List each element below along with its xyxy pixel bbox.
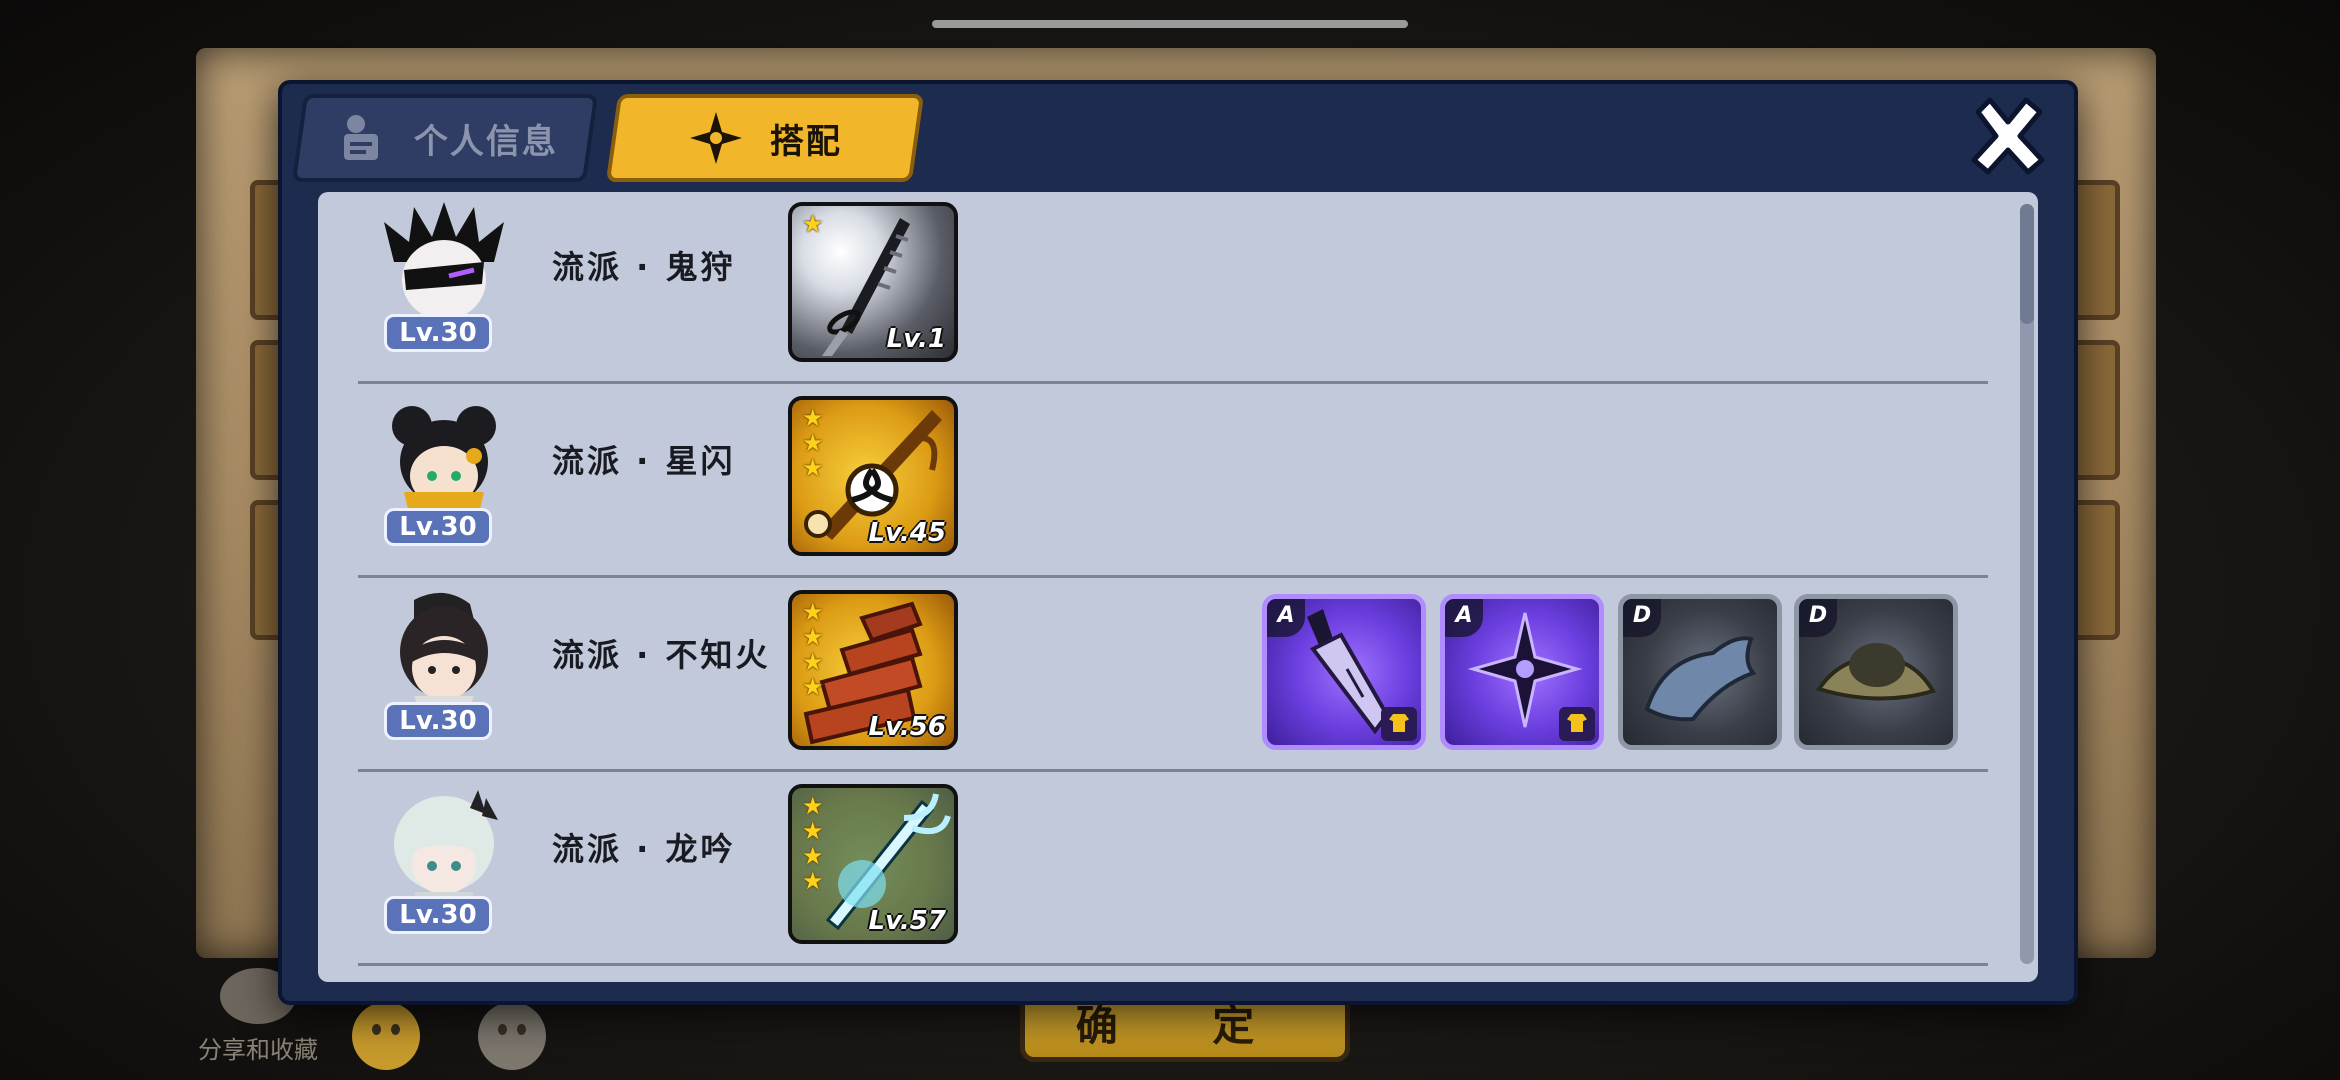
star-icon: ★ — [802, 454, 824, 482]
armor-bonus-icon — [1381, 707, 1417, 741]
star-rating: ★ ★ ★ ★ — [802, 600, 824, 700]
home-indicator — [932, 20, 1408, 28]
close-icon — [1971, 97, 2045, 175]
star-icon: ★ — [802, 817, 824, 845]
weapon-level: Lv.1 — [886, 324, 946, 354]
scrollbar[interactable] — [2020, 204, 2034, 964]
star-icon: ★ — [802, 429, 824, 457]
star-rating: ★ ★ ★ — [802, 406, 824, 481]
star-icon: ★ — [802, 210, 824, 238]
weapon-slot[interactable]: ★ ★ ★ ★ Lv.56 — [788, 590, 958, 750]
row-divider — [358, 769, 1988, 772]
loadout-row: Lv.30 流派 · 鬼狩 ★ Lv.1 — [318, 192, 1988, 384]
school-name: 流派 · 星闪 — [552, 442, 736, 480]
shuriken-icon — [690, 112, 742, 164]
school-name: 流派 · 不知火 — [552, 636, 771, 674]
loadout-row: Lv.30 流派 · 龙吟 ★ ★ ★ ★ Lv.57 — [318, 774, 1988, 966]
weapon-level: Lv.57 — [868, 906, 946, 936]
school-name: 流派 · 鬼狩 — [552, 248, 736, 286]
loadout-row: Lv.30 流派 · 不知火 ★ ★ ★ ★ Lv.56 A A D D — [318, 580, 1988, 772]
row-divider — [358, 381, 1988, 384]
star-icon: ★ — [802, 623, 824, 651]
loadout-list[interactable]: Lv.30 流派 · 鬼狩 ★ Lv.1 Lv.30 流派 · 星闪 ★ ★ ★… — [318, 192, 2038, 982]
weapon-slot[interactable]: ★ Lv.1 — [788, 202, 958, 362]
level-badge: Lv.30 — [384, 702, 492, 740]
tab-loadout-label: 搭配 — [770, 121, 842, 162]
share-label: 分享和收藏 — [198, 1036, 318, 1064]
game-screen: 确 定 分享和收藏 个人信息 搭配 Lv.30 流派 · 鬼狩 ★ Lv.1 L… — [0, 0, 2340, 1080]
profile-card-icon — [344, 115, 378, 160]
star-rating: ★ ★ ★ ★ — [802, 794, 824, 894]
star-icon: ★ — [802, 648, 824, 676]
star-icon: ★ — [802, 867, 824, 895]
star-icon: ★ — [802, 673, 824, 701]
level-badge: Lv.30 — [384, 508, 492, 546]
level-badge: Lv.30 — [384, 314, 492, 352]
equipment-slot[interactable]: A — [1440, 594, 1604, 750]
star-rating: ★ — [802, 212, 824, 237]
weapon-slot[interactable]: ★ ★ ★ ★ Lv.57 — [788, 784, 958, 944]
loadout-row: Lv.30 流派 · 星闪 ★ ★ ★ Lv.45 — [318, 386, 1988, 578]
player-info-dialog: 个人信息 搭配 Lv.30 流派 · 鬼狩 ★ Lv.1 Lv.30 流派 · … — [278, 80, 2078, 1005]
star-icon: ★ — [802, 842, 824, 870]
equipment-slot[interactable]: D — [1794, 594, 1958, 750]
weapon-slot[interactable]: ★ ★ ★ Lv.45 — [788, 396, 958, 556]
smile-emoji-icon — [478, 1002, 546, 1070]
close-button[interactable] — [1962, 90, 2054, 182]
star-icon: ★ — [802, 792, 824, 820]
ninja-avatar-star-flash — [392, 406, 496, 518]
tab-personal-info[interactable]: 个人信息 — [291, 94, 599, 182]
smile-emoji-icon — [352, 1002, 420, 1070]
school-name: 流派 · 龙吟 — [552, 830, 736, 868]
weapon-level: Lv.45 — [868, 518, 946, 548]
ninja-avatar-shiranui — [400, 592, 488, 712]
tab-loadout[interactable]: 搭配 — [605, 94, 925, 182]
ninja-avatar-dragon-roar — [394, 790, 498, 906]
row-divider — [358, 963, 1988, 966]
level-badge: Lv.30 — [384, 896, 492, 934]
ninja-avatar-oni-hunter — [384, 202, 504, 324]
row-divider — [358, 575, 1988, 578]
star-icon: ★ — [802, 404, 824, 432]
armor-bonus-icon — [1559, 707, 1595, 741]
equipment-slot[interactable]: D — [1618, 594, 1782, 750]
star-icon: ★ — [802, 598, 824, 626]
equipment-slot[interactable]: A — [1262, 594, 1426, 750]
tab-personal-info-label: 个人信息 — [414, 121, 558, 162]
weapon-level: Lv.56 — [868, 712, 946, 742]
scroll-thumb[interactable] — [2020, 204, 2034, 324]
